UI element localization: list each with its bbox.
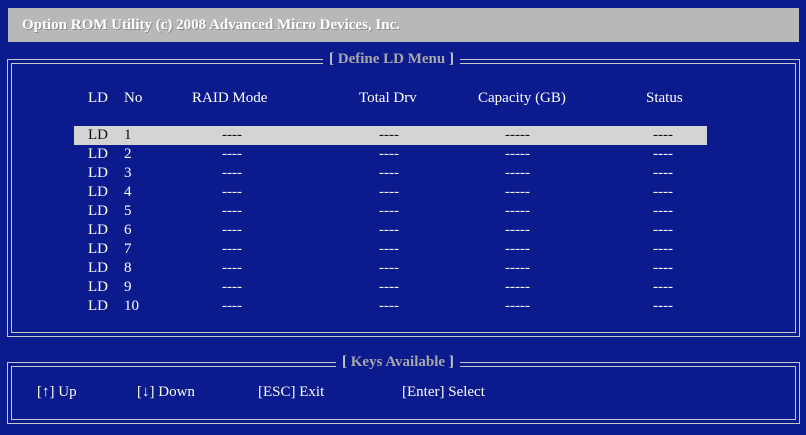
- ld-label: LD: [88, 165, 108, 181]
- raid-mode-cell: ----: [222, 241, 242, 257]
- ld-label: LD: [88, 203, 108, 219]
- ld-row-8[interactable]: LD 8 ---- ---- ----- ----: [74, 259, 707, 278]
- raid-mode-cell: ----: [222, 184, 242, 200]
- col-header-capacity: Capacity (GB): [478, 90, 566, 106]
- ld-label: LD: [88, 146, 108, 162]
- total-drv-cell: ----: [379, 298, 399, 314]
- ld-number: 3: [124, 165, 132, 181]
- status-cell: ----: [653, 279, 673, 295]
- capacity-cell: -----: [505, 222, 530, 238]
- ld-number: 7: [124, 241, 132, 257]
- status-cell: ----: [653, 146, 673, 162]
- capacity-cell: -----: [505, 298, 530, 314]
- total-drv-cell: ----: [379, 165, 399, 181]
- define-ld-title-text: Define LD Menu: [337, 51, 446, 67]
- raid-mode-cell: ----: [222, 146, 242, 162]
- ld-row-6[interactable]: LD 6 ---- ---- ----- ----: [74, 221, 707, 240]
- capacity-cell: -----: [505, 184, 530, 200]
- capacity-cell: -----: [505, 279, 530, 295]
- ld-label: LD: [88, 127, 108, 143]
- ld-label: LD: [88, 298, 108, 314]
- col-header-ld: LD: [88, 90, 108, 106]
- total-drv-cell: ----: [379, 184, 399, 200]
- status-cell: ----: [653, 222, 673, 238]
- status-cell: ----: [653, 127, 673, 143]
- col-header-no: No: [124, 90, 143, 106]
- ld-label: LD: [88, 260, 108, 276]
- raid-mode-cell: ----: [222, 279, 242, 295]
- status-cell: ----: [653, 203, 673, 219]
- app-title: Option ROM Utility (c) 2008 Advanced Mic…: [8, 8, 799, 42]
- total-drv-cell: ----: [379, 203, 399, 219]
- ld-label: LD: [88, 279, 108, 295]
- capacity-cell: -----: [505, 165, 530, 181]
- ld-label: LD: [88, 241, 108, 257]
- ld-number: 9: [124, 279, 132, 295]
- ld-row-9[interactable]: LD 9 ---- ---- ----- ----: [74, 278, 707, 297]
- status-cell: ----: [653, 260, 673, 276]
- ld-number: 1: [124, 127, 132, 143]
- ld-number: 5: [124, 203, 132, 219]
- ld-number: 8: [124, 260, 132, 276]
- key-up: [↑] Up: [37, 384, 77, 400]
- capacity-cell: -----: [505, 241, 530, 257]
- ld-row-3[interactable]: LD 3 ---- ---- ----- ----: [74, 164, 707, 183]
- ld-row-1[interactable]: LD 1 ---- ---- ----- ----: [74, 126, 707, 145]
- ld-label: LD: [88, 184, 108, 200]
- ld-row-2[interactable]: LD 2 ---- ---- ----- ----: [74, 145, 707, 164]
- capacity-cell: -----: [505, 127, 530, 143]
- raid-mode-cell: ----: [222, 260, 242, 276]
- ld-row-5[interactable]: LD 5 ---- ---- ----- ----: [74, 202, 707, 221]
- col-header-status: Status: [646, 90, 683, 106]
- ld-number: 4: [124, 184, 132, 200]
- key-down: [↓] Down: [137, 384, 195, 400]
- status-cell: ----: [653, 165, 673, 181]
- ld-number: 6: [124, 222, 132, 238]
- raid-mode-cell: ----: [222, 222, 242, 238]
- define-ld-panel-title: [ Define LD Menu ]: [323, 51, 460, 68]
- key-esc-exit: [ESC] Exit: [258, 384, 325, 400]
- col-header-raid-mode: RAID Mode: [192, 90, 268, 106]
- ld-row-4[interactable]: LD 4 ---- ---- ----- ----: [74, 183, 707, 202]
- status-cell: ----: [653, 241, 673, 257]
- ld-number: 10: [124, 298, 139, 314]
- status-cell: ----: [653, 184, 673, 200]
- total-drv-cell: ----: [379, 241, 399, 257]
- col-header-total-drv: Total Drv: [359, 90, 417, 106]
- raid-mode-cell: ----: [222, 127, 242, 143]
- keys-title-text: Keys Available: [350, 354, 446, 370]
- ld-label: LD: [88, 222, 108, 238]
- capacity-cell: -----: [505, 203, 530, 219]
- capacity-cell: -----: [505, 260, 530, 276]
- ld-row-10[interactable]: LD 10 ---- ---- ----- ----: [74, 297, 707, 316]
- keys-panel-title: [ Keys Available ]: [336, 354, 460, 371]
- total-drv-cell: ----: [379, 127, 399, 143]
- status-cell: ----: [653, 298, 673, 314]
- total-drv-cell: ----: [379, 260, 399, 276]
- total-drv-cell: ----: [379, 146, 399, 162]
- ld-row-7[interactable]: LD 7 ---- ---- ----- ----: [74, 240, 707, 259]
- raid-mode-cell: ----: [222, 298, 242, 314]
- raid-mode-cell: ----: [222, 203, 242, 219]
- key-enter-select: [Enter] Select: [402, 384, 485, 400]
- ld-number: 2: [124, 146, 132, 162]
- capacity-cell: -----: [505, 146, 530, 162]
- total-drv-cell: ----: [379, 222, 399, 238]
- raid-mode-cell: ----: [222, 165, 242, 181]
- total-drv-cell: ----: [379, 279, 399, 295]
